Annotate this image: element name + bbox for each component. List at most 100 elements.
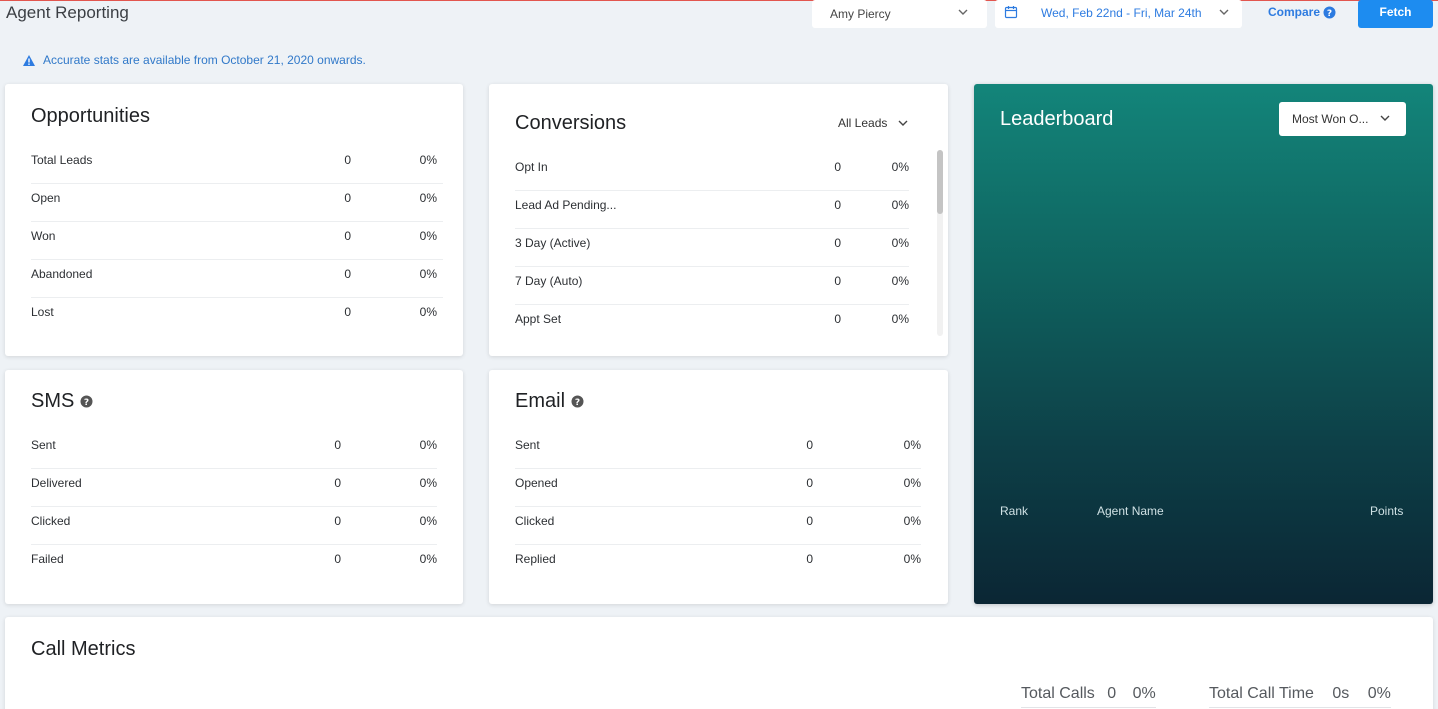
total-calls-metric: Total Calls 0 0% — [1021, 685, 1156, 708]
page-header: Agent Reporting Amy Piercy Wed, Feb 22nd… — [0, 0, 1438, 46]
scrollbar-thumb[interactable] — [937, 150, 943, 214]
sms-row: Failed 0 0% — [31, 545, 437, 583]
row-label: Sent — [31, 438, 56, 452]
row-label: Won — [31, 229, 56, 243]
email-row: Opened 0 0% — [515, 469, 921, 507]
row-value: 0 — [806, 438, 813, 452]
row-percent: 0% — [419, 191, 437, 205]
row-value: 0 — [334, 438, 341, 452]
help-icon[interactable]: ? — [1323, 6, 1336, 19]
row-value: 0 — [334, 514, 341, 528]
metric-percent: 0% — [1132, 685, 1156, 702]
row-value: 0 — [344, 153, 351, 167]
email-row: Clicked 0 0% — [515, 507, 921, 545]
row-percent: 0% — [903, 514, 921, 528]
card-title: Call Metrics — [31, 638, 136, 660]
row-percent: 0% — [419, 267, 437, 281]
metric-value: 0s — [1332, 685, 1350, 702]
row-label: Abandoned — [31, 267, 93, 281]
conversion-row: Appt Set 0 0% — [515, 305, 909, 343]
row-value: 0 — [344, 267, 351, 281]
conversions-filter-select[interactable]: All Leads — [838, 116, 909, 130]
sms-row: Delivered 0 0% — [31, 469, 437, 507]
leaderboard-sort-value: Most Won O... — [1292, 112, 1369, 126]
row-value: 0 — [834, 312, 841, 326]
row-label: Delivered — [31, 476, 82, 490]
row-value: 0 — [334, 552, 341, 566]
agent-select-value: Amy Piercy — [830, 7, 891, 21]
row-percent: 0% — [891, 236, 909, 250]
email-card: Email? Sent 0 0% Opened 0 0% Clicked 0 0% Repl… — [489, 370, 948, 604]
row-label: Replied — [515, 552, 556, 566]
row-label: Lost — [31, 305, 54, 319]
total-call-time-metric: Total Call Time 0s 0% — [1209, 685, 1391, 708]
column-header-agent-name: Agent Name — [1097, 504, 1164, 518]
compare-label: Compare — [1268, 5, 1321, 19]
chevron-down-icon — [1380, 115, 1390, 121]
opportunity-row: Lost 0 0% — [31, 298, 443, 336]
leaderboard-sort-select[interactable]: Most Won O... — [1279, 102, 1406, 136]
opportunity-row: Total Leads 0 0% — [31, 146, 443, 184]
card-title: SMS? — [31, 390, 93, 413]
stats-notice: Accurate stats are available from Octobe… — [22, 53, 366, 67]
row-label: 3 Day (Active) — [515, 236, 591, 250]
row-label: Sent — [515, 438, 540, 452]
conversions-scrollbar[interactable] — [937, 150, 943, 336]
row-label: Opt In — [515, 160, 548, 174]
sms-row: Clicked 0 0% — [31, 507, 437, 545]
sms-title: SMS — [31, 390, 75, 412]
email-row: Replied 0 0% — [515, 545, 921, 583]
stats-notice-text: Accurate stats are available from Octobe… — [43, 53, 366, 67]
row-value: 0 — [834, 198, 841, 212]
row-value: 0 — [334, 476, 341, 490]
warning-icon — [23, 54, 35, 66]
metric-label: Total Call Time — [1209, 685, 1314, 702]
card-title: Conversions — [515, 112, 627, 134]
conversions-filter-value: All Leads — [838, 116, 888, 130]
row-value: 0 — [344, 305, 351, 319]
conversion-row: Lead Ad Pending... 0 0% — [515, 191, 909, 229]
conversion-row: 3 Day (Active) 0 0% — [515, 229, 909, 267]
row-value: 0 — [834, 236, 841, 250]
card-title: Email? — [515, 390, 584, 413]
metric-label: Total Calls — [1021, 685, 1095, 702]
row-percent: 0% — [891, 312, 909, 326]
calendar-icon — [1004, 6, 1018, 19]
opportunity-row: Abandoned 0 0% — [31, 260, 443, 298]
row-label: 7 Day (Auto) — [515, 274, 583, 288]
compare-toggle[interactable]: Compare ? — [1268, 5, 1336, 19]
column-header-rank: Rank — [1000, 504, 1029, 518]
metric-percent: 0% — [1367, 685, 1391, 702]
leaderboard-card: Leaderboard Most Won O... Rank Agent Nam… — [974, 84, 1433, 604]
sms-card: SMS? Sent 0 0% Delivered 0 0% Clicked 0 0% Fai… — [5, 370, 463, 604]
fetch-button[interactable]: Fetch — [1358, 0, 1433, 28]
opportunity-row: Won 0 0% — [31, 222, 443, 260]
row-percent: 0% — [419, 514, 437, 528]
row-label: Total Leads — [31, 153, 93, 167]
row-percent: 0% — [419, 476, 437, 490]
agent-select[interactable]: Amy Piercy — [812, 0, 987, 28]
row-value: 0 — [806, 476, 813, 490]
svg-text:?: ? — [1327, 9, 1332, 19]
row-percent: 0% — [419, 153, 437, 167]
chevron-down-icon — [1219, 9, 1229, 15]
leaderboard-title: Leaderboard — [1000, 108, 1114, 130]
row-value: 0 — [344, 229, 351, 243]
row-label: Clicked — [31, 514, 71, 528]
row-percent: 0% — [891, 160, 909, 174]
sms-row: Sent 0 0% — [31, 431, 437, 469]
help-icon[interactable]: ? — [80, 395, 93, 408]
conversion-row: 7 Day (Auto) 0 0% — [515, 267, 909, 305]
row-value: 0 — [834, 274, 841, 288]
help-icon[interactable]: ? — [571, 395, 584, 408]
row-label: Open — [31, 191, 61, 205]
date-range-value: Wed, Feb 22nd - Fri, Mar 24th — [1041, 6, 1202, 20]
row-percent: 0% — [419, 305, 437, 319]
chevron-down-icon — [898, 120, 908, 126]
row-percent: 0% — [903, 476, 921, 490]
opportunity-row: Open 0 0% — [31, 184, 443, 222]
row-value: 0 — [344, 191, 351, 205]
chevron-down-icon — [958, 9, 968, 15]
conversion-row: Opt In 0 0% — [515, 153, 909, 191]
date-range-picker[interactable]: Wed, Feb 22nd - Fri, Mar 24th — [995, 0, 1242, 28]
